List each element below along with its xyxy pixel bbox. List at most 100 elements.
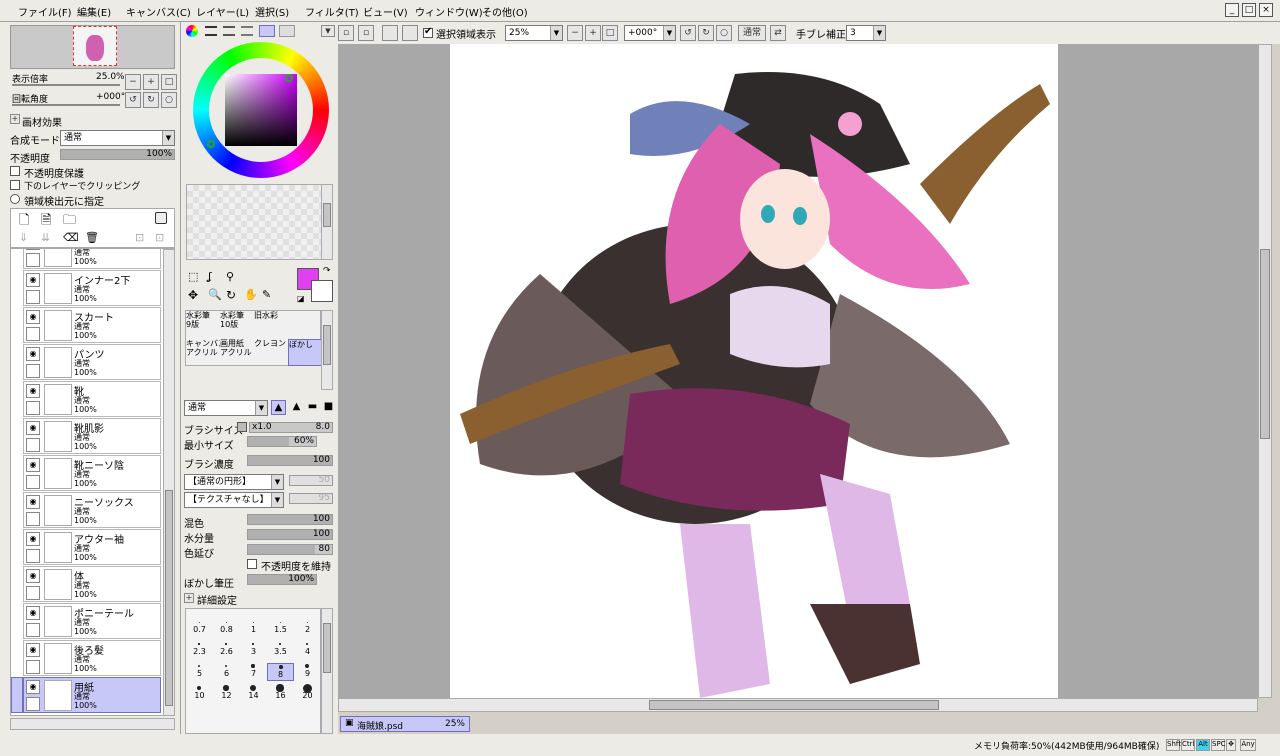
brush-size-cell[interactable]: 16 <box>267 684 294 703</box>
layer-lock-box[interactable] <box>26 586 40 600</box>
merge-down-icon[interactable]: ⇊ <box>41 231 50 244</box>
brush-preset[interactable]: 水彩筆 10版 <box>220 311 254 338</box>
brush-size-cell[interactable]: 14 <box>240 684 267 703</box>
canvas-hscroll-thumb[interactable] <box>649 700 939 710</box>
visibility-eye-icon[interactable]: ◉ <box>26 569 40 583</box>
zoom-tool-icon[interactable]: 🔍 <box>208 288 222 301</box>
brush-size-cell[interactable]: 1.5 <box>267 619 294 637</box>
layer-row[interactable]: ◉ アウター袖 通常 100% <box>23 529 161 565</box>
menu-window[interactable]: ウィンドウ(W) <box>415 4 483 19</box>
keep-opacity-checkbox[interactable] <box>247 559 257 569</box>
nav-zoom-out-icon[interactable]: − <box>125 74 141 90</box>
visibility-eye-icon[interactable]: ◉ <box>26 273 40 287</box>
menu-layer[interactable]: レイヤー(L) <box>196 4 249 19</box>
nav-zoom-reset-icon[interactable]: □ <box>161 74 177 90</box>
move-icon[interactable]: ✥ <box>188 288 198 302</box>
brush-size-cell[interactable]: 0.8 <box>213 619 240 637</box>
layer-lock-box[interactable] <box>26 512 40 526</box>
layer-row[interactable]: ◉ スカート 通常 100% <box>23 307 161 343</box>
zoom-select[interactable]: 25% ▼ <box>505 25 563 41</box>
color-wheel-tab-icon[interactable] <box>186 25 198 37</box>
brush-size-cell[interactable]: 3.5 <box>267 641 294 659</box>
brush-size-cell[interactable]: 10 <box>186 685 213 703</box>
detail-expand-icon[interactable]: + <box>184 593 194 603</box>
brush-size-cell[interactable]: 2.6 <box>213 641 240 659</box>
rotate-left-icon[interactable]: ↺ <box>680 25 696 41</box>
clear-icon[interactable] <box>382 25 398 41</box>
rgb-slider-tab-icon[interactable] <box>205 26 217 36</box>
texture-strength[interactable]: 95 <box>289 493 333 504</box>
layer-lock-box[interactable] <box>26 660 40 674</box>
maximize-button[interactable]: □ <box>1242 3 1256 17</box>
layer-row[interactable]: ◉ 用紙 通常 100% <box>23 677 161 713</box>
texture-select[interactable]: 【テクスチャなし】 ▼ <box>184 492 284 508</box>
brush-preset[interactable] <box>288 311 322 338</box>
selection-visible-checkbox[interactable]: ✔ <box>423 26 433 38</box>
nav-rotate-right-icon[interactable]: ↻ <box>143 92 159 108</box>
fill-icon[interactable] <box>402 25 418 41</box>
brush-preset[interactable]: 水彩筆 9版 <box>186 311 220 338</box>
layer-row[interactable]: ◉ 後ろ髪 通常 100% <box>23 640 161 676</box>
tip-soft-icon[interactable]: ▬ <box>305 400 320 415</box>
nav-rotate-left-icon[interactable]: ↺ <box>125 92 141 108</box>
swatch-tab-icon[interactable] <box>259 25 275 37</box>
brush-size-lock[interactable] <box>237 422 247 432</box>
menu-file[interactable]: ファイル(F) <box>18 4 72 19</box>
new-vector-layer-icon[interactable]: 🗎 <box>41 211 51 233</box>
nav-zoom-in-icon[interactable]: + <box>143 74 159 90</box>
secondary-color[interactable] <box>311 280 333 302</box>
brush-list-scrollbar[interactable] <box>321 310 333 390</box>
tip-hard-icon[interactable]: ▲ <box>271 400 286 415</box>
layer-list-hscroll[interactable] <box>10 718 175 730</box>
menu-filter[interactable]: フィルタ(T) <box>305 4 359 19</box>
brush-size-cell[interactable]: 9 <box>294 663 321 681</box>
brush-size-cell[interactable]: 20 <box>294 683 321 703</box>
layer-lock-box[interactable] <box>26 290 40 304</box>
brush-preset[interactable]: 画用紙 アクリル <box>220 339 254 366</box>
blend-mode-select[interactable]: 通常 ▼ <box>60 130 175 146</box>
mask-icon[interactable] <box>155 212 167 224</box>
layer-row[interactable]: ◉ 靴肌影 通常 100% <box>23 418 161 454</box>
visibility-eye-icon[interactable]: ◉ <box>26 532 40 546</box>
visibility-eye-icon[interactable]: ◉ <box>26 421 40 435</box>
density-slider[interactable]: 100 <box>247 455 333 466</box>
zoom-slider[interactable] <box>12 84 120 86</box>
lock-icon[interactable]: ⊡ <box>135 231 144 244</box>
minimize-button[interactable]: _ <box>1225 3 1239 17</box>
mixer-tab-icon[interactable] <box>241 26 253 36</box>
view-mode-button[interactable]: 通常 <box>738 25 766 41</box>
min-size-slider[interactable]: 60% <box>247 436 317 447</box>
clipping-checkbox[interactable] <box>10 180 20 190</box>
canvas-paper[interactable] <box>450 44 1058 698</box>
stabilizer-select[interactable]: 3 ▼ <box>846 25 886 41</box>
brush-size-cell[interactable]: 8 <box>267 663 294 681</box>
brush-size-cell[interactable]: 12 <box>213 685 240 703</box>
brush-size-cell[interactable]: 4 <box>294 641 321 659</box>
color-panel-menu-icon[interactable]: ▼ <box>321 25 335 37</box>
canvas-hscroll[interactable] <box>338 698 1258 712</box>
brush-preset[interactable]: クレヨン <box>254 339 288 366</box>
brush-size-field[interactable]: x1.0 8.0 <box>249 422 333 433</box>
rotation-select[interactable]: +000° ▼ <box>624 25 676 41</box>
tip-medium-icon[interactable]: ▲ <box>289 400 304 415</box>
expand-icon[interactable]: + <box>10 114 20 124</box>
unlock-icon[interactable]: ⊡ <box>155 231 164 244</box>
color-swatch-area[interactable] <box>186 184 322 260</box>
rotate-tool-icon[interactable]: ↻ <box>226 288 236 302</box>
lasso-icon[interactable]: ʆ <box>208 270 212 283</box>
layer-row[interactable]: ◉ ニーソックス 通常 100% <box>23 492 161 528</box>
clear-layer-icon[interactable]: ⌫ <box>63 231 79 244</box>
layer-row[interactable]: ◉ 靴ニーソ陰 通常 100% <box>23 455 161 491</box>
visibility-eye-icon[interactable]: ◉ <box>26 643 40 657</box>
rotate-slider[interactable] <box>12 104 120 106</box>
brush-size-cell[interactable]: 5 <box>186 663 213 681</box>
navigator-preview[interactable] <box>10 25 175 69</box>
document-tab[interactable]: ▣ 海賊娘.psd 25% <box>340 716 470 732</box>
layer-row[interactable]: ◉インナー1通常100% <box>23 249 161 269</box>
rotate-right-icon[interactable]: ↻ <box>698 25 714 41</box>
visibility-eye-icon[interactable]: ◉ <box>26 249 40 250</box>
close-button[interactable]: × <box>1259 3 1273 17</box>
brush-shape-strength[interactable]: 50 <box>289 475 333 486</box>
visibility-eye-icon[interactable]: ◉ <box>26 495 40 509</box>
brush-size-cell[interactable]: 2.3 <box>186 641 213 659</box>
